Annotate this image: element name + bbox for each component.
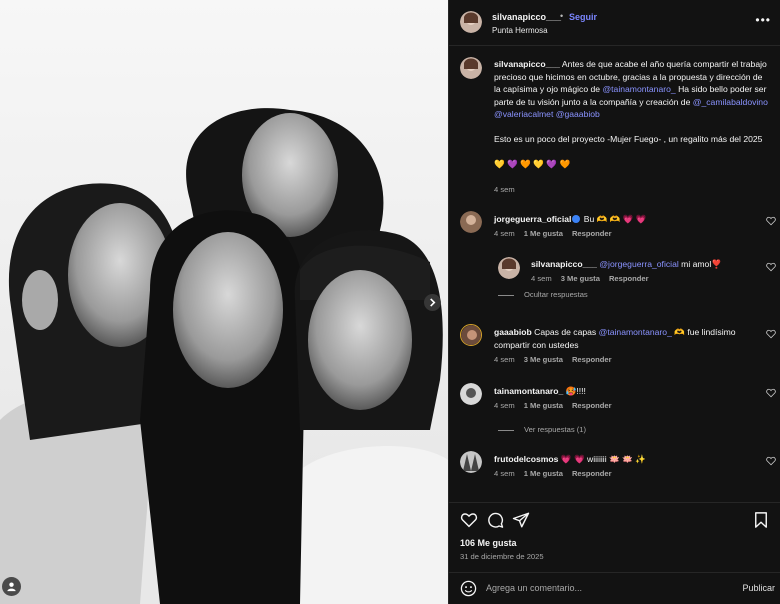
- like-comment-heart-icon[interactable]: [766, 388, 776, 398]
- view-replies-link[interactable]: Ver respuestas (1): [498, 425, 586, 434]
- comment-text: jorgeguerra_oficial Bu 🫶 🫶 💗 💗: [494, 214, 647, 224]
- share-icon[interactable]: [512, 511, 530, 529]
- publish-button[interactable]: Publicar: [742, 583, 775, 593]
- reply-button[interactable]: Responder: [572, 469, 612, 478]
- verified-icon: [572, 215, 581, 223]
- chevron-right-icon: [430, 298, 436, 307]
- commenter-avatar[interactable]: [460, 211, 482, 233]
- post-header: silvanapicco___ • Seguir Punta Hermosa •…: [449, 0, 780, 46]
- tagged-people-button[interactable]: [2, 577, 21, 596]
- comment-meta: 4 sem 1 Me gusta Responder: [494, 229, 612, 238]
- commenter-avatar[interactable]: [460, 383, 482, 405]
- comment-likes[interactable]: 1 Me gusta: [524, 401, 563, 410]
- mention-link[interactable]: @jorgeguerra_oficial: [599, 259, 678, 269]
- caption-avatar[interactable]: [460, 57, 482, 79]
- caption-text: silvanapicco___ Antes de que acabe el añ…: [494, 58, 769, 171]
- like-comment-heart-icon[interactable]: [766, 456, 776, 466]
- post-date: 31 de diciembre de 2025: [460, 552, 544, 561]
- reply-avatar[interactable]: [498, 257, 520, 279]
- post-photo[interactable]: [0, 0, 448, 604]
- likes-count[interactable]: 106 Me gusta: [460, 538, 517, 548]
- follow-button[interactable]: Seguir: [569, 12, 597, 22]
- like-comment-heart-icon[interactable]: [766, 216, 776, 226]
- comments-list[interactable]: silvanapicco___ Antes de que acabe el añ…: [449, 47, 780, 499]
- reply-meta: 4 sem 3 Me gusta Responder: [531, 274, 649, 283]
- comment-likes[interactable]: 1 Me gusta: [524, 229, 563, 238]
- commenter-avatar[interactable]: [460, 324, 482, 346]
- comment-likes[interactable]: 1 Me gusta: [524, 469, 563, 478]
- post-side-panel: silvanapicco___ • Seguir Punta Hermosa •…: [448, 0, 780, 604]
- mention-link[interactable]: @_camilabaldovino: [693, 97, 768, 107]
- bookmark-icon[interactable]: [752, 511, 770, 529]
- emoji-icon[interactable]: [460, 580, 477, 597]
- comment-text: tainamontanaro_ 🥵!!!!: [494, 386, 586, 396]
- reply-button[interactable]: Responder: [609, 274, 649, 283]
- reply-button[interactable]: Responder: [572, 229, 612, 238]
- reply-button[interactable]: Responder: [572, 355, 612, 364]
- comment-username[interactable]: frutodelcosmos: [494, 454, 558, 464]
- reply-button[interactable]: Responder: [572, 401, 612, 410]
- author-avatar[interactable]: [460, 11, 482, 33]
- heart-icon[interactable]: [460, 511, 478, 529]
- caption-emojis: 💛 💜 🧡 💛 💜 🧡: [494, 159, 571, 169]
- post-actions: 106 Me gusta 31 de diciembre de 2025: [449, 502, 780, 572]
- comment-username[interactable]: tainamontanaro_: [494, 386, 563, 396]
- comment-composer: Agrega un comentario... Publicar: [449, 572, 780, 604]
- comment-input[interactable]: Agrega un comentario...: [486, 583, 686, 593]
- like-comment-heart-icon[interactable]: [766, 262, 776, 272]
- post-location[interactable]: Punta Hermosa: [492, 26, 548, 35]
- comment-username[interactable]: gaaabiob: [494, 327, 532, 337]
- bw-portrait-image: [0, 0, 448, 604]
- user-icon: [7, 582, 16, 592]
- author-username[interactable]: silvanapicco___: [492, 12, 561, 22]
- comment-username[interactable]: jorgeguerra_oficial: [494, 214, 571, 224]
- mention-link[interactable]: @tainamontanaro_: [599, 327, 672, 337]
- mention-link[interactable]: @valeriacalmet: [494, 109, 553, 119]
- post-dialog: silvanapicco___ • Seguir Punta Hermosa •…: [0, 0, 780, 604]
- comment-icon[interactable]: [486, 511, 504, 529]
- next-image-button[interactable]: [424, 294, 441, 311]
- mention-link[interactable]: @gaaabiob: [556, 109, 600, 119]
- hide-replies-link[interactable]: Ocultar respuestas: [498, 290, 588, 299]
- caption-time: 4 sem: [494, 185, 515, 194]
- comment-likes[interactable]: 3 Me gusta: [524, 355, 563, 364]
- mention-link[interactable]: @tainamontanaro_: [602, 84, 675, 94]
- comment-meta: 4 sem 3 Me gusta Responder: [494, 355, 612, 364]
- reply-text: silvanapicco___ @jorgeguerra_oficial mi …: [531, 259, 722, 269]
- comment-text: gaaabiob Capas de capas @tainamontanaro_…: [494, 327, 736, 350]
- separator-dot: •: [560, 11, 564, 21]
- like-comment-heart-icon[interactable]: [766, 329, 776, 339]
- comment-text: frutodelcosmos 💗 💗 wiiiiiii 🪷 🪷 ✨: [494, 454, 646, 464]
- comment-meta: 4 sem 1 Me gusta Responder: [494, 469, 612, 478]
- more-icon[interactable]: •••: [755, 13, 771, 27]
- comment-likes[interactable]: 3 Me gusta: [561, 274, 600, 283]
- caption-part: Esto es un poco del proyecto -Mujer Fueg…: [494, 134, 763, 144]
- reply-username[interactable]: silvanapicco___: [531, 259, 597, 269]
- commenter-avatar[interactable]: [460, 451, 482, 473]
- comment-meta: 4 sem 1 Me gusta Responder: [494, 401, 612, 410]
- caption-username[interactable]: silvanapicco___: [494, 59, 560, 69]
